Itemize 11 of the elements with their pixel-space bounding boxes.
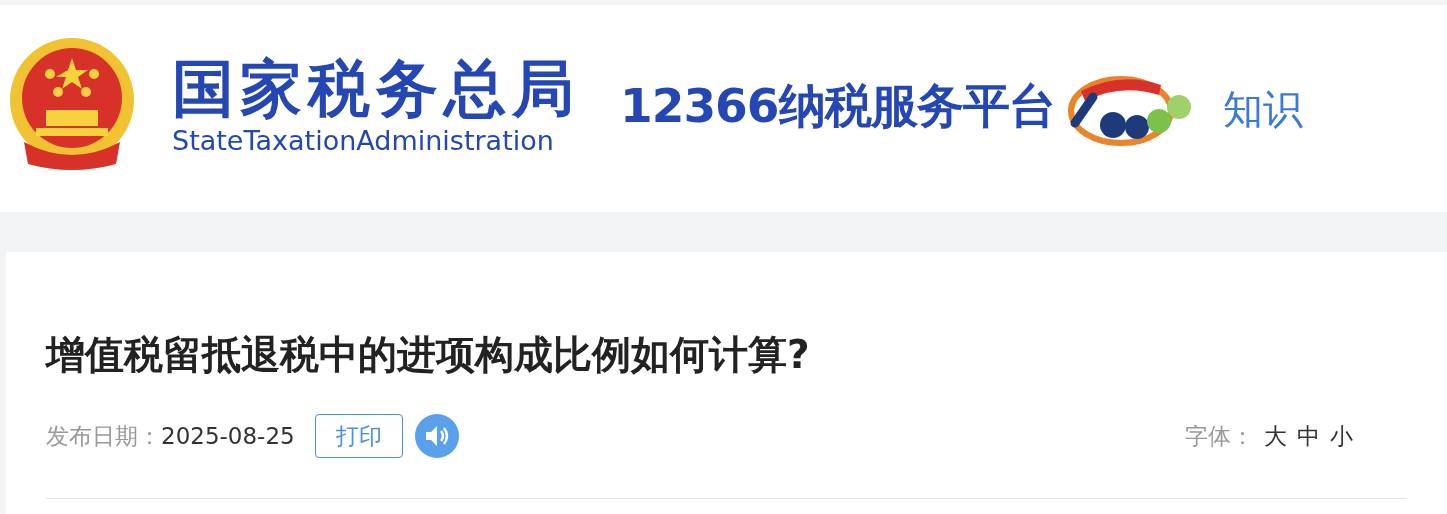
publish-date: 2025-08-25 (161, 421, 295, 451)
article-title: 增值税留抵退税中的进项构成比例如何计算? (46, 331, 811, 379)
platform-title: 12366纳税服务平台 (620, 77, 1055, 136)
nav-link[interactable]: 知识 (1222, 78, 1303, 139)
font-size-label: 字体： (1185, 421, 1254, 451)
font-size-option[interactable]: 大 (1264, 418, 1287, 454)
organization-name-english: StateTaxationAdministration (172, 124, 555, 157)
font-size-option[interactable]: 中 (1297, 418, 1320, 454)
organization-name: 国家税务总局 (172, 52, 580, 125)
date-label: 发布日期： (46, 421, 161, 451)
font-size-option[interactable]: 小 (1330, 418, 1353, 454)
